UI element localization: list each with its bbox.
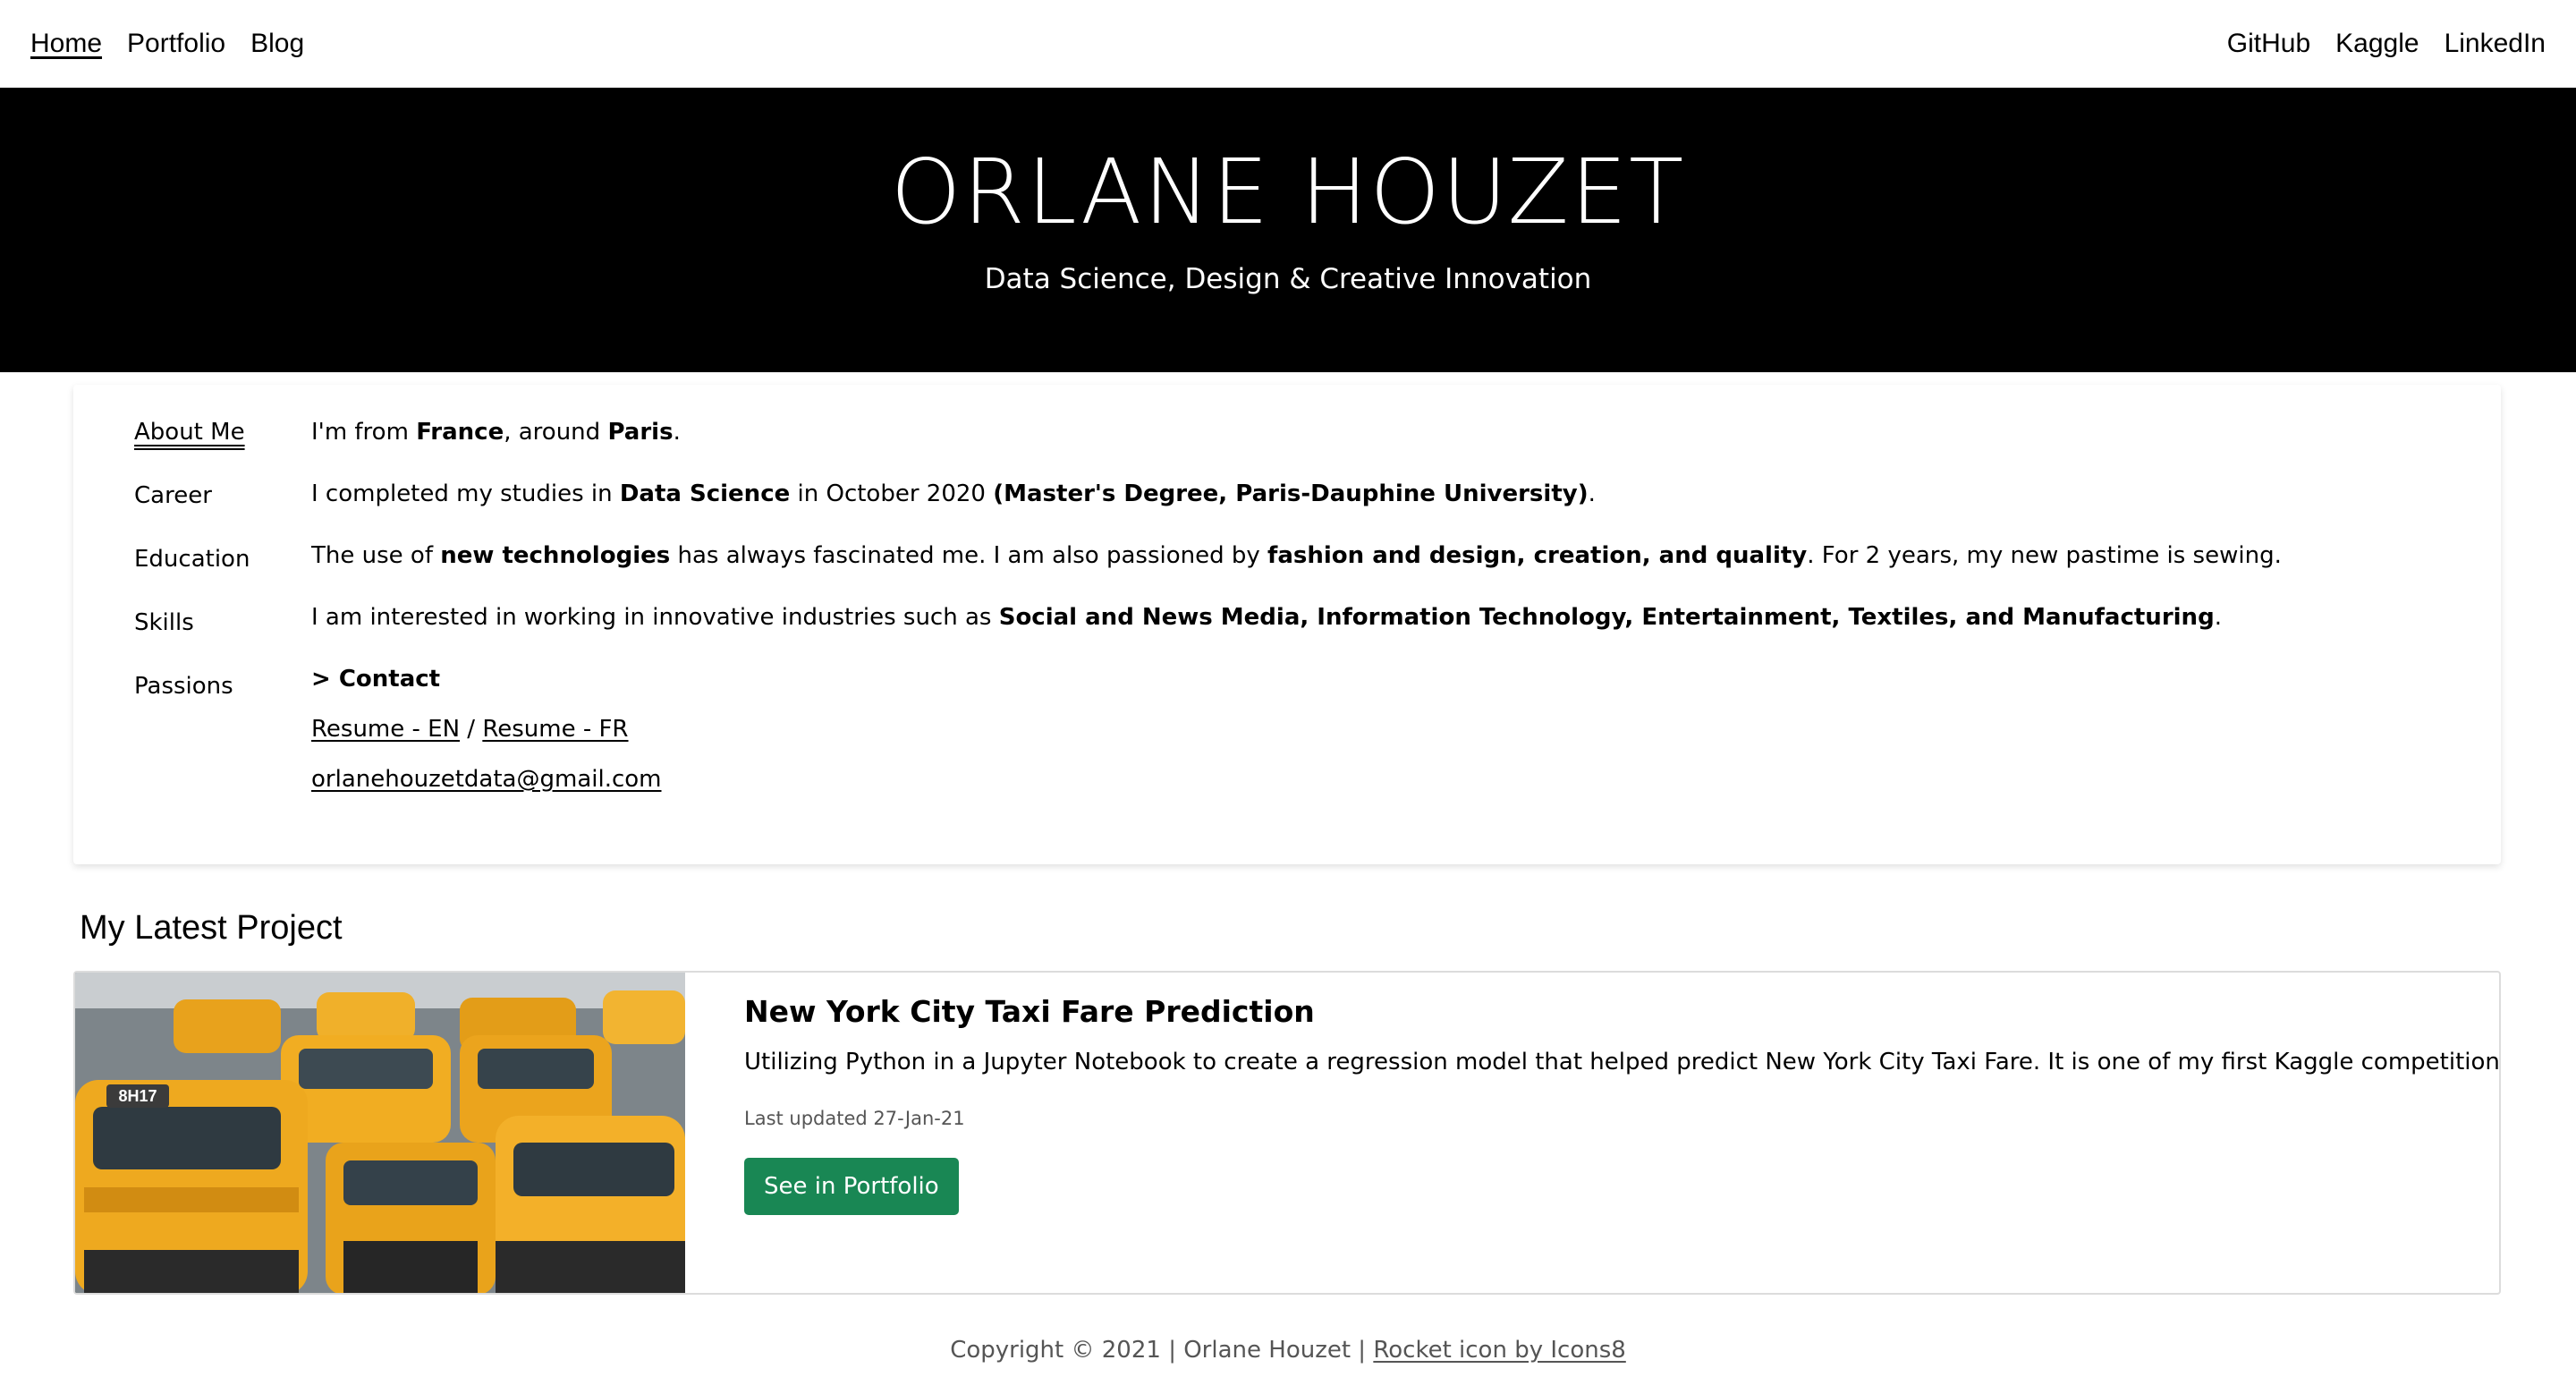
text: . <box>2214 604 2222 631</box>
nav-kaggle-link[interactable]: Kaggle <box>2335 29 2419 59</box>
tab-skills[interactable]: Skills <box>134 611 286 634</box>
text: . For 2 years, my new pastime is sewing. <box>1807 542 2282 569</box>
tab-passions[interactable]: Passions <box>134 675 286 698</box>
about-line-studies: I completed my studies in Data Science i… <box>311 482 2465 506</box>
resume-fr-link[interactable]: Resume - FR <box>482 716 628 743</box>
resume-en-link[interactable]: Resume - EN <box>311 716 460 743</box>
nav-blog-link[interactable]: Blog <box>250 29 304 59</box>
text: . <box>673 419 681 446</box>
see-in-portfolio-button[interactable]: See in Portfolio <box>744 1158 959 1215</box>
footer-icons8-link[interactable]: Rocket icon by Icons8 <box>1373 1337 1625 1364</box>
taxi-roof-sign-text: 8H17 <box>118 1087 157 1105</box>
email-link[interactable]: orlanehouzetdata@gmail.com <box>311 766 662 793</box>
project-body: New York City Taxi Fare Prediction Utili… <box>744 994 2501 1215</box>
nav-linkedin-link[interactable]: LinkedIn <box>2445 29 2546 59</box>
text: I'm from <box>311 419 417 446</box>
latest-project-heading: My Latest Project <box>80 909 343 947</box>
text-bold: fashion and design, creation, and qualit… <box>1267 542 1808 569</box>
about-tab-list: About Me Career Education Skills Passion… <box>134 421 286 738</box>
project-last-updated: Last updated 27-Jan-21 <box>744 1108 965 1129</box>
about-line-industries: I am interested in working in innovative… <box>311 606 2465 629</box>
text-bold: France <box>416 419 504 446</box>
hero-subtitle: Data Science, Design & Creative Innovati… <box>984 263 1592 295</box>
nav-portfolio-link[interactable]: Portfolio <box>127 29 225 59</box>
text-bold: (Master's Degree, Paris-Dauphine Univers… <box>993 480 1589 507</box>
project-description: Utilizing Python in a Jupyter Notebook t… <box>744 1049 2501 1075</box>
nav-left-group: Home Portfolio Blog <box>30 29 304 59</box>
email-line: orlanehouzetdata@gmail.com <box>311 768 2465 791</box>
text: I am interested in working in innovative… <box>311 604 999 631</box>
nav-right-group: GitHub Kaggle LinkedIn <box>2227 29 2546 59</box>
tab-education[interactable]: Education <box>134 548 286 571</box>
nav-home-link[interactable]: Home <box>30 29 102 59</box>
about-line-interests: The use of new technologies has always f… <box>311 544 2465 567</box>
text: The use of <box>311 542 441 569</box>
resume-links: Resume - EN / Resume - FR <box>311 718 2465 741</box>
text: in October 2020 <box>790 480 994 507</box>
text: . <box>1588 480 1596 507</box>
tab-career[interactable]: Career <box>134 484 286 507</box>
text: , around <box>504 419 608 446</box>
footer-copyright: Copyright © 2021 | Orlane Houzet | <box>950 1337 1374 1364</box>
text-bold: new technologies <box>440 542 671 569</box>
footer: Copyright © 2021 | Orlane Houzet | Rocke… <box>0 1337 2576 1364</box>
text-bold: Data Science <box>619 480 791 507</box>
tab-about-me[interactable]: About Me <box>134 421 286 444</box>
project-title: New York City Taxi Fare Prediction <box>744 994 1315 1029</box>
top-navbar: Home Portfolio Blog GitHub Kaggle Linked… <box>0 0 2576 88</box>
taxi-image-illustration: 8H17 <box>75 973 685 1293</box>
about-content: I'm from France, around Paris. I complet… <box>311 421 2465 791</box>
about-card: About Me Career Education Skills Passion… <box>73 385 2501 864</box>
about-line-origin: I'm from France, around Paris. <box>311 421 2465 444</box>
text-bold: Paris <box>607 419 674 446</box>
nav-github-link[interactable]: GitHub <box>2227 29 2310 59</box>
hero-banner: ORLANE HOUZET Data Science, Design & Cre… <box>0 88 2576 372</box>
project-image-taxis: 8H17 <box>75 973 685 1293</box>
project-card: 8H17 New York City Taxi Fare Prediction … <box>73 971 2501 1295</box>
hero-name: ORLANE HOUZET <box>890 140 1686 244</box>
contact-heading: > Contact <box>311 666 441 693</box>
text: I completed my studies in <box>311 480 620 507</box>
text-bold: Social and News Media, Information Techn… <box>998 604 2215 631</box>
resume-separator: / <box>460 716 483 743</box>
text: has always fascinated me. I am also pass… <box>670 542 1268 569</box>
